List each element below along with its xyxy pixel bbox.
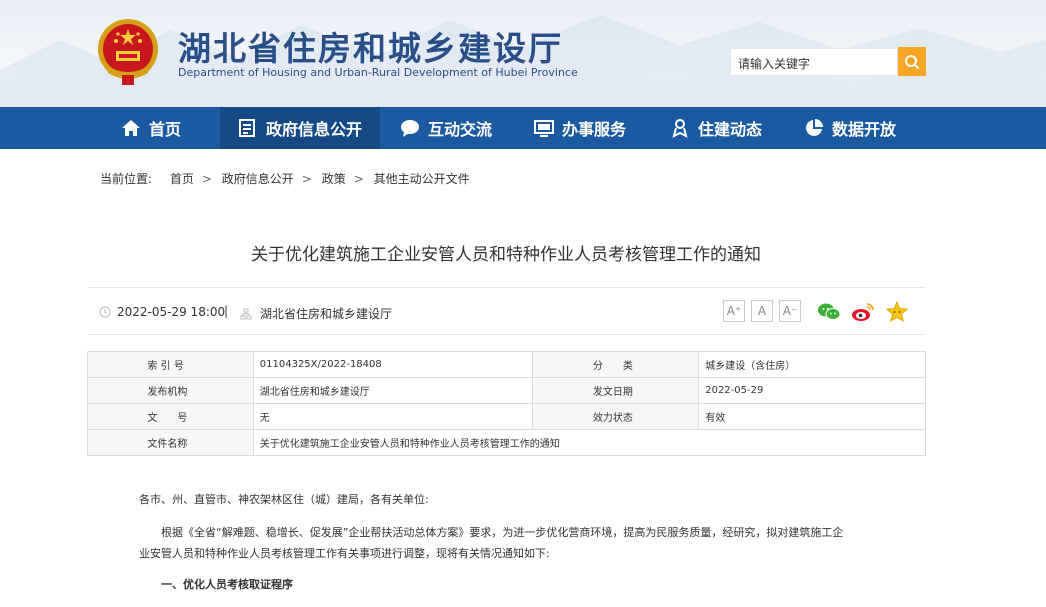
breadcrumb-separator: > (301, 172, 312, 186)
article-title: 关于优化建筑施工企业安管人员和特种作业人员考核管理工作的通知 (251, 245, 761, 265)
search-input[interactable]: 请输入关键字 (730, 48, 898, 76)
table-row: 文 号 无 效力状态 有效 (87, 403, 926, 430)
issuer-value: 湖北省住房和城乡建设厅 (252, 377, 534, 404)
national-emblem-icon (98, 19, 158, 85)
breadcrumb-other-files[interactable]: 其他主动公开文件 (374, 172, 470, 186)
issue-date-value: 2022-05-29 (698, 377, 926, 404)
monitor-icon (534, 120, 554, 137)
breadcrumb: 当前位置: 首页 > 政府信息公开 > 政策 > 其他主动公开文件 (100, 170, 476, 187)
status-label: 效力状态 (532, 403, 700, 430)
nav-item-gov-info[interactable]: 政府信息公开 (220, 107, 380, 149)
pie-chart-icon (806, 119, 823, 136)
file-name-value: 关于优化建筑施工企业安管人员和特种作业人员考核管理工作的通知 (252, 429, 927, 456)
table-row: 索 引 号 01104325X/2022-18408 分 类 城乡建设（含住房） (87, 351, 926, 378)
section-heading: 一、优化人员考核取证程序 (161, 578, 293, 591)
salutation: 各市、州、直管市、神农架林区住（城）建局，各有关单位: (139, 493, 429, 506)
nav-item-open-data[interactable]: 数据开放 (786, 107, 914, 149)
site-header: 湖北省住房和城乡建设厅 Department of Housing and Ur… (0, 0, 1046, 107)
issue-date-label: 发文日期 (532, 377, 700, 404)
nav-item-services[interactable]: 办事服务 (516, 107, 644, 149)
publish-date: 2022-05-29 18:00 (99, 305, 225, 319)
nav-label: 首页 (149, 120, 182, 139)
nav-item-news[interactable]: 住建动态 (652, 107, 780, 149)
nav-label: 互动交流 (428, 120, 493, 139)
status-value: 有效 (698, 403, 926, 430)
meta-divider: | (224, 304, 229, 318)
clock-icon (99, 306, 111, 318)
breadcrumb-home[interactable]: 首页 (170, 172, 194, 186)
publish-date-text: 2022-05-29 18:00 (117, 305, 226, 319)
site-subtitle: Department of Housing and Urban-Rural De… (178, 66, 578, 79)
doc-number-label: 文 号 (87, 403, 254, 430)
category-label: 分 类 (532, 351, 700, 378)
table-row: 发布机构 湖北省住房和城乡建设厅 发文日期 2022-05-29 (87, 377, 926, 404)
breadcrumb-separator: > (353, 172, 364, 186)
main-nav: 首页 政府信息公开 互动交流 办事服务 住建动态 数据开放 (0, 107, 1046, 149)
breadcrumb-gov-info[interactable]: 政府信息公开 (222, 172, 294, 186)
breadcrumb-policy[interactable]: 政策 (322, 172, 346, 186)
wechat-share-icon[interactable] (817, 300, 841, 324)
document-info-table: 索 引 号 01104325X/2022-18408 分 类 城乡建设（含住房）… (87, 351, 927, 456)
font-increase-button[interactable]: A⁺ (723, 300, 745, 322)
breadcrumb-prefix: 当前位置: (100, 172, 153, 186)
home-icon (122, 120, 140, 136)
paragraph-line: 业安管人员和特种作业人员考核管理工作有关事项进行调整，现将有关情况通知如下: (139, 547, 550, 560)
doc-number-value: 无 (252, 403, 534, 430)
article-source: 湖北省住房和城乡建设厅 (240, 305, 392, 322)
nav-label: 办事服务 (562, 120, 627, 139)
document-icon (239, 119, 255, 137)
index-value: 01104325X/2022-18408 (252, 351, 534, 378)
issuer-label: 发布机构 (87, 377, 254, 404)
site-title: 湖北省住房和城乡建设厅 (178, 29, 563, 68)
person-badge-icon (672, 119, 688, 138)
chat-bubble-icon (401, 120, 419, 137)
index-label: 索 引 号 (87, 351, 254, 378)
search-button[interactable] (898, 47, 926, 76)
file-name-label: 文件名称 (87, 429, 254, 456)
nav-item-home[interactable]: 首页 (103, 107, 199, 149)
search-icon (905, 54, 920, 69)
category-value: 城乡建设（含住房） (698, 351, 926, 378)
nav-item-interaction[interactable]: 互动交流 (382, 107, 510, 149)
article-meta: 2022-05-29 18:00 | 湖北省住房和城乡建设厅 A⁺ A A⁻ (87, 287, 925, 335)
font-decrease-button[interactable]: A⁻ (779, 300, 801, 322)
nav-label: 住建动态 (698, 120, 763, 139)
weibo-share-icon[interactable] (851, 300, 875, 324)
favorite-star-icon[interactable] (885, 300, 909, 324)
nav-label: 政府信息公开 (266, 120, 363, 139)
breadcrumb-separator: > (201, 172, 212, 186)
font-normal-button[interactable]: A (751, 300, 773, 322)
article-source-text: 湖北省住房和城乡建设厅 (260, 307, 393, 321)
paragraph-line: 根据《全省“解难题、稳增长、促发展”企业帮扶活动总体方案》要求，为进一步优化营商… (161, 526, 844, 539)
nav-label: 数据开放 (832, 120, 897, 139)
sitemap-icon (240, 308, 252, 319)
table-row: 文件名称 关于优化建筑施工企业安管人员和特种作业人员考核管理工作的通知 (87, 429, 927, 456)
